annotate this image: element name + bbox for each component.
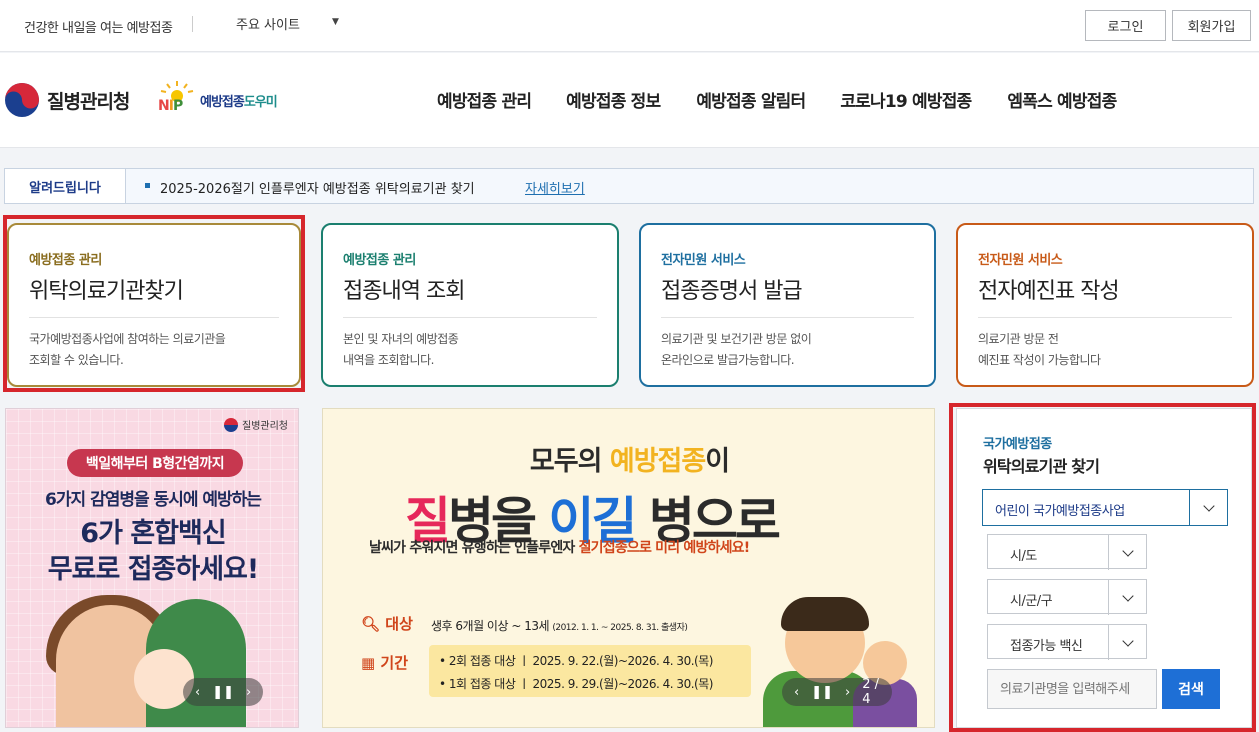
chevron-down-icon [1108,580,1146,615]
card-e-questionnaire[interactable]: 전자민원 서비스 전자예진표 작성 의료기관 방문 전 예진표 작성이 가능합니다 [956,223,1254,387]
site-slogan: 건강한 내일을 여는 예방접종 [24,21,173,36]
period-row: • 1회 접종 대상 ㅣ 2025. 9. 29.(월)~2026. 4. 30… [439,677,713,691]
nav-vaccination-notice[interactable]: 예방접종 알림터 [696,87,806,112]
pause-icon[interactable]: ❚❚ [212,685,234,700]
nip-sun-icon: NIP [158,80,196,116]
site-header: 질병관리청 NIP 예방접종도우미 예방접종 관리 예방접종 정보 예방접종 알… [0,53,1259,148]
card-title: 전자예진표 작성 [978,279,1120,304]
sido-select[interactable]: 시/도 [987,534,1147,570]
card-certificate-issue[interactable]: 전자민원 서비스 접종증명서 발급 의료기관 및 보건기관 방문 없이 온라인으로… [639,223,936,387]
taegeuk-icon [5,83,39,117]
chevron-down-icon [1108,535,1146,570]
card-find-clinic[interactable]: 예방접종 관리 위탁의료기관찾기 국가예방접종사업에 참여하는 의료기관을 조회할… [7,223,301,387]
notice-bullet-icon [145,183,150,188]
next-icon[interactable]: › [845,685,850,700]
card-category: 전자민원 서비스 [978,253,1063,268]
search-button[interactable]: 검색 [1162,669,1220,709]
notice-more-link[interactable]: 자세히보기 [525,178,585,197]
pause-icon[interactable]: ❚❚ [811,685,833,700]
search-title: 위탁의료기관 찾기 [983,457,1100,476]
taegeuk-icon [224,417,238,432]
signup-button[interactable]: 회원가입 [1172,10,1251,41]
card-description: 본인 및 자녀의 예방접종 내역을 조회합니다. [343,332,459,367]
card-divider [29,317,279,318]
card-divider [343,317,597,318]
card-description: 의료기관 및 보건기관 방문 없이 온라인으로 발급가능합니다. [661,332,812,367]
vaccine-select-value: 접종가능 백신 [1010,639,1083,654]
slide-counter: 2 / 4 [862,677,879,707]
banner-center-controls: ‹ ❚❚ › 2 / 4 [782,677,892,707]
nip-text: 예방접종도우미 [200,94,278,110]
nav-covid19-vaccination[interactable]: 코로나19 예방접종 [840,87,972,112]
notice-message[interactable]: 2025-2026절기 인플루엔자 예방접종 위탁의료기관 찾기 [160,178,475,197]
major-sites-label: 주요 사이트 [236,18,300,33]
caret-down-icon: ▼ [332,17,339,27]
banner-subline: 날씨가 추워지면 유행하는 인플루엔자 절기접종으로 미리 예방하세요! [369,540,750,556]
card-description: 국가예방접종사업에 참여하는 의료기관을 조회할 수 있습니다. [29,332,226,367]
banner-line3: 무료로 접종하세요! [47,554,259,585]
card-title: 접종내역 조회 [343,279,465,304]
nip-logo[interactable]: NIP 예방접종도우미 [158,80,278,116]
kdca-name: 질병관리청 [47,90,130,113]
target-text: 생후 6개월 이상 ~ 13세 (2012. 1. 1. ~ 2025. 8. … [431,619,688,633]
card-vaccination-history[interactable]: 예방접종 관리 접종내역 조회 본인 및 자녀의 예방접종 내역을 조회합니다. [321,223,619,387]
utility-bar: 건강한 내일을 여는 예방접종 주요 사이트 ▼ 로그인 회원가입 [0,0,1259,52]
banner-org-logo: 질병관리청 [224,417,288,432]
search-icon: 🔍︎ [361,615,386,633]
chevron-down-icon [1108,625,1146,660]
banner-pill: 백일해부터 B형간염까지 [67,449,243,477]
banner-line1: 6가지 감염병을 동시에 예방하는 [45,490,262,510]
card-title: 접종증명서 발급 [661,279,803,304]
clinic-name-input[interactable] [987,669,1157,709]
card-category: 전자민원 서비스 [661,253,746,268]
sigungu-select[interactable]: 시/군/구 [987,579,1147,615]
nip-letters: NIP [158,98,183,114]
prev-icon[interactable]: ‹ [195,685,200,700]
main-navigation: 예방접종 관리 예방접종 정보 예방접종 알림터 코로나19 예방접종 엠폭스 … [437,87,1117,112]
period-row: • 2회 접종 대상 ㅣ 2025. 9. 22.(월)~2026. 4. 30… [439,654,713,668]
card-divider [978,317,1232,318]
prev-icon[interactable]: ‹ [794,685,799,700]
card-divider [661,317,914,318]
card-category: 예방접종 관리 [343,253,416,268]
nav-vaccination-info[interactable]: 예방접종 정보 [566,87,661,112]
period-table: • 2회 접종 대상 ㅣ 2025. 9. 22.(월)~2026. 4. 30… [429,645,751,697]
card-category: 예방접종 관리 [29,253,102,268]
login-button[interactable]: 로그인 [1085,10,1166,41]
notice-bar: 알려드립니다 2025-2026절기 인플루엔자 예방접종 위탁의료기관 찾기 … [4,168,1254,204]
banner-line2: 6가 혼합백신 [80,518,226,549]
clinic-search-panel: 국가예방접종 위탁의료기관 찾기 어린이 국가예방접종사업 시/도 시/군/구 … [956,408,1252,728]
card-description: 의료기관 방문 전 예진표 작성이 가능합니다 [978,332,1101,367]
banner-headline: 모두의 예방접종이 [529,446,730,477]
vaccine-select[interactable]: 접종가능 백신 [987,624,1147,660]
target-label: 🔍︎ 대상 [361,615,413,633]
sigungu-select-value: 시/군/구 [1010,594,1053,609]
search-category: 국가예방접종 [983,437,1052,452]
nav-vaccination-management[interactable]: 예방접종 관리 [437,87,532,112]
period-label: ▦ 기간 [361,654,409,672]
banner-left-controls: ‹ ❚❚ › [183,678,263,706]
card-title: 위탁의료기관찾기 [29,279,184,304]
major-sites-dropdown[interactable]: 주요 사이트 ▼ [236,14,346,36]
illustration-boy-hair [781,597,869,631]
program-select-value: 어린이 국가예방접종사업 [995,504,1125,519]
nav-mpox-vaccination[interactable]: 엠폭스 예방접종 [1007,87,1117,112]
next-icon[interactable]: › [246,685,251,700]
program-select[interactable]: 어린이 국가예방접종사업 [982,489,1228,526]
divider [192,16,193,32]
notice-label: 알려드립니다 [5,169,126,203]
kdca-logo[interactable]: 질병관리청 [5,83,130,117]
calendar-icon: ▦ [361,654,381,672]
sido-select-value: 시/도 [1010,549,1037,564]
chevron-down-icon [1189,490,1227,525]
